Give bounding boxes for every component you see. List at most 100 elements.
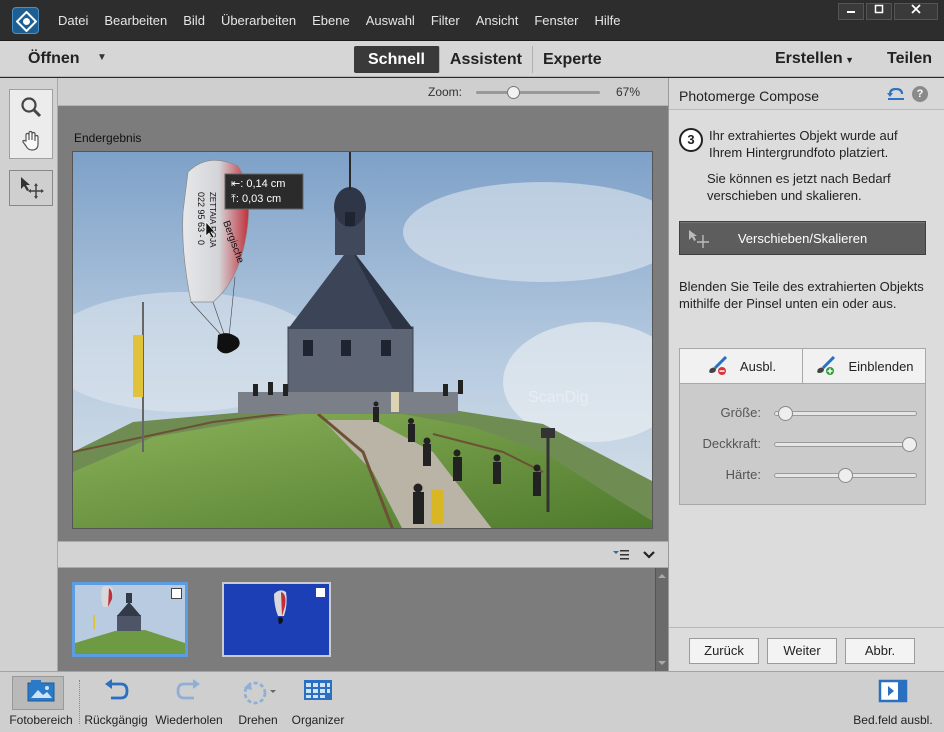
- create-dropdown-icon: ▼: [842, 55, 855, 65]
- photo-bin-icon: [27, 680, 55, 702]
- redo-icon: [176, 679, 200, 700]
- hardness-slider[interactable]: [774, 468, 917, 483]
- menu-image[interactable]: Bild: [175, 13, 213, 28]
- window-controls: [838, 3, 938, 20]
- back-button[interactable]: Zurück: [689, 638, 759, 664]
- show-brush-button[interactable]: Einblenden: [803, 348, 926, 384]
- close-icon: [911, 4, 921, 14]
- photomerge-panel: Photomerge Compose ? 3 Ihr extrahiertes …: [668, 78, 944, 671]
- hardness-label: Härte:: [725, 467, 761, 482]
- tab-quick[interactable]: Schnell: [354, 46, 440, 73]
- menu-view[interactable]: Ansicht: [468, 13, 527, 28]
- undo-icon: [105, 679, 129, 700]
- photo-bin: [58, 568, 668, 671]
- menu-window[interactable]: Fenster: [526, 13, 586, 28]
- thumb-chapel[interactable]: [72, 582, 188, 657]
- move-tool-icon: [21, 177, 44, 199]
- opacity-slider[interactable]: [774, 437, 917, 452]
- help-icon[interactable]: ?: [912, 86, 928, 102]
- move-tool[interactable]: [10, 171, 52, 205]
- opacity-label: Deckkraft:: [702, 436, 761, 451]
- tab-expert[interactable]: Experte: [533, 46, 612, 73]
- open-button[interactable]: Öffnen: [28, 50, 80, 68]
- zoom-slider[interactable]: [476, 86, 600, 99]
- undo-button[interactable]: Rückgängig: [82, 672, 150, 732]
- opacity-slider-thumb[interactable]: [902, 437, 917, 452]
- measure-tooltip: ⇤: 0,14 cm ⤒: 0,03 cm: [224, 173, 304, 210]
- menu-enhance[interactable]: Überarbeiten: [213, 13, 304, 28]
- maximize-button[interactable]: [866, 3, 892, 20]
- cancel-button[interactable]: Abbr.: [845, 638, 915, 664]
- undo-label: Rückgängig: [84, 713, 148, 727]
- maximize-icon: [874, 4, 884, 14]
- step-subtext: Sie können es jetzt nach Bedarf verschie…: [707, 171, 891, 203]
- minimize-button[interactable]: [838, 3, 864, 20]
- hide-brush-button[interactable]: Ausbl.: [679, 348, 803, 384]
- rotate-button[interactable]: Drehen: [232, 672, 284, 732]
- next-button[interactable]: Weiter: [767, 638, 837, 664]
- create-button[interactable]: Erstellen ▼: [775, 50, 854, 68]
- thumb-badge-icon: [171, 588, 182, 599]
- organizer-button[interactable]: Organizer: [288, 672, 348, 732]
- share-button[interactable]: Teilen: [887, 50, 932, 68]
- move-scale-icon: [689, 230, 709, 248]
- hardness-slider-thumb[interactable]: [838, 468, 853, 483]
- menu-filter[interactable]: Filter: [423, 13, 468, 28]
- canvas-area: Endergebnis 022 95 63 - 0 ZETTAIA ROJA B…: [58, 106, 668, 541]
- taskbar-separator: [79, 680, 80, 724]
- organizer-icon: [304, 680, 332, 700]
- magnifier-icon: [21, 97, 42, 118]
- menu-edit[interactable]: Bearbeiten: [96, 13, 175, 28]
- show-brush-label: Einblenden: [848, 358, 914, 374]
- rotate-icon: [243, 681, 276, 705]
- zoom-label: Zoom:: [428, 85, 463, 99]
- chevron-down-icon[interactable]: [642, 548, 656, 562]
- brush-text: Blenden Sie Teile des extrahierten Objek…: [679, 279, 924, 311]
- brush-minus-icon: [709, 356, 727, 375]
- scroll-down-icon[interactable]: [656, 658, 668, 668]
- menu-select[interactable]: Auswahl: [358, 13, 423, 28]
- close-button[interactable]: [894, 3, 938, 20]
- brush-plus-icon: [817, 356, 836, 375]
- reset-icon[interactable]: [886, 86, 906, 102]
- app-logo-icon[interactable]: [12, 7, 39, 34]
- opacity-row: Deckkraft:: [680, 434, 927, 454]
- menu-file[interactable]: Datei: [50, 13, 96, 28]
- zoom-tool[interactable]: [10, 90, 52, 124]
- minimize-icon: [847, 11, 855, 13]
- size-slider-thumb[interactable]: [777, 406, 793, 421]
- menu-help[interactable]: Hilfe: [586, 13, 628, 28]
- bin-options-icon[interactable]: [612, 548, 630, 562]
- hand-tool[interactable]: [10, 124, 52, 158]
- panel-toggle-button[interactable]: Bed.feld ausbl.: [846, 672, 940, 732]
- task-bar: Fotobereich Rückgängig Wiederholen Drehe…: [0, 671, 944, 732]
- menu-bar: Datei Bearbeiten Bild Überarbeiten Ebene…: [0, 0, 944, 41]
- photo-bin-button[interactable]: Fotobereich: [5, 672, 77, 732]
- move-scale-button[interactable]: Verschieben/Skalieren: [679, 221, 926, 255]
- move-scale-label: Verschieben/Skalieren: [737, 230, 868, 246]
- open-dropdown-icon[interactable]: ▼: [97, 52, 107, 63]
- zoom-slider-thumb[interactable]: [507, 86, 521, 99]
- mode-bar: Öffnen ▼ Schnell Assistent Experte Erste…: [0, 41, 944, 77]
- photo-bin-header: [58, 541, 668, 568]
- create-label: Erstellen: [775, 50, 843, 67]
- menu-layer[interactable]: Ebene: [304, 13, 358, 28]
- hand-icon: [22, 130, 39, 151]
- edit-tools: [9, 170, 53, 206]
- tab-guided[interactable]: Assistent: [440, 46, 533, 73]
- hide-brush-label: Ausbl.: [739, 358, 777, 374]
- size-slider[interactable]: [774, 406, 917, 421]
- panel-title: Photomerge Compose: [679, 88, 820, 104]
- bin-scrollbar[interactable]: [655, 568, 668, 671]
- redo-label: Wiederholen: [155, 713, 223, 727]
- scroll-up-icon[interactable]: [656, 571, 668, 581]
- canvas-label: Endergebnis: [74, 131, 142, 145]
- result-photo[interactable]: 022 95 63 - 0 ZETTAIA ROJA Bergische Sca…: [72, 151, 653, 529]
- redo-button[interactable]: Wiederholen: [152, 672, 226, 732]
- thumb-paraglider[interactable]: [222, 582, 331, 657]
- zoom-strip: Zoom: 67%: [58, 78, 668, 106]
- rotate-label: Drehen: [238, 713, 278, 727]
- brush-settings: Größe: Deckkraft: Härte:: [679, 384, 926, 505]
- thumb-badge-icon: [315, 587, 326, 598]
- tool-panel: [0, 78, 58, 671]
